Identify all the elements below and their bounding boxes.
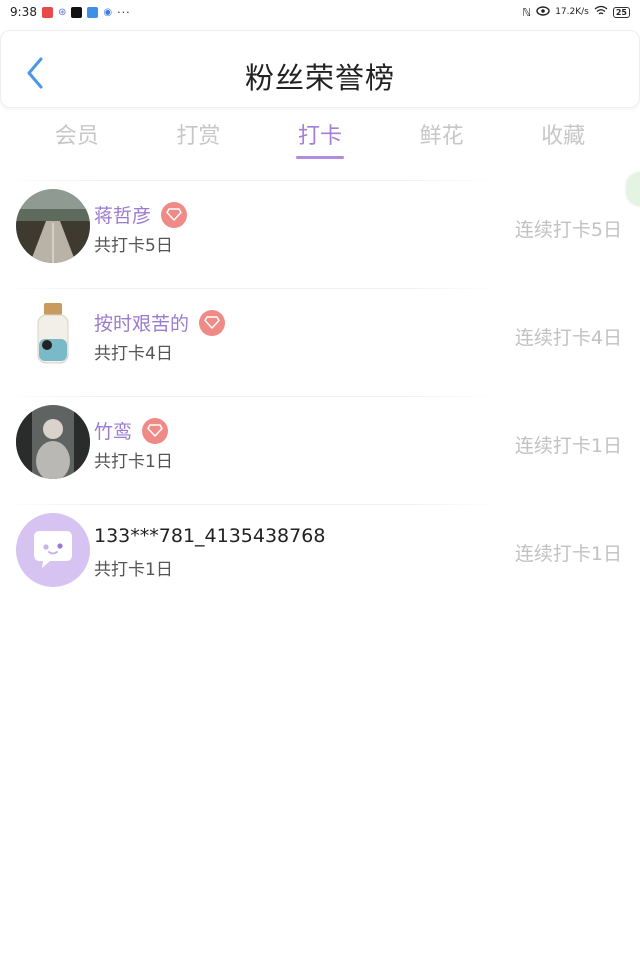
page-title: 粉丝荣誉榜 — [244, 61, 395, 95]
tab-favorites[interactable]: 收藏 — [502, 110, 624, 166]
fan-row[interactable]: 蒋哲彦 共打卡5日 连续打卡5日 — [0, 181, 640, 288]
notification-app-icon — [41, 6, 53, 18]
tab-label: 鲜花 — [419, 124, 464, 149]
total-checkins: 共打卡1日 — [94, 452, 173, 472]
fan-list: 蒋哲彦 共打卡5日 连续打卡5日 按时艰苦的 共打卡4日 连续打卡4日 竹鸾 共… — [0, 180, 640, 612]
fan-name[interactable]: 按时艰苦的 — [94, 309, 189, 336]
tab-label: 打赏 — [176, 124, 221, 149]
network-speed: 17.2K/s — [555, 7, 589, 17]
vip-diamond-icon — [142, 417, 169, 444]
wifi-icon — [594, 5, 608, 19]
name-line: 竹鸾 — [94, 417, 169, 444]
fan-row[interactable]: 按时艰苦的 共打卡4日 连续打卡4日 — [0, 289, 640, 396]
avatar[interactable] — [16, 297, 90, 371]
name-line: 按时艰苦的 — [94, 309, 226, 336]
battery-level: 25 — [612, 6, 630, 18]
header-bar: 粉丝荣誉榜 — [0, 30, 640, 108]
avatar[interactable] — [16, 189, 90, 263]
tab-flowers[interactable]: 鲜花 — [381, 110, 503, 166]
eye-icon — [536, 5, 550, 19]
total-checkins: 共打卡4日 — [94, 344, 173, 364]
vip-diamond-icon — [199, 309, 226, 336]
more-notifications-icon: ··· — [117, 5, 131, 19]
notification-app-icon — [87, 6, 99, 18]
fan-name[interactable]: 蒋哲彦 — [94, 201, 151, 228]
total-checkins: 共打卡1日 — [94, 560, 173, 580]
status-bar-left: 9:38 ⊛ ◉ ··· — [10, 5, 131, 19]
fan-row[interactable]: 133***781_4135438768 共打卡1日 连续打卡1日 — [0, 505, 640, 612]
streak-checkins: 连续打卡1日 — [514, 435, 622, 457]
streak-checkins: 连续打卡4日 — [514, 327, 622, 349]
fan-row[interactable]: 竹鸾 共打卡1日 连续打卡1日 — [0, 397, 640, 504]
notification-app-icon: ◉ — [103, 6, 113, 18]
tab-tips[interactable]: 打赏 — [138, 110, 260, 166]
fan-name[interactable]: 竹鸾 — [94, 417, 132, 444]
streak-checkins: 连续打卡1日 — [514, 543, 622, 565]
avatar[interactable] — [16, 513, 90, 587]
name-line: 133***781_4135438768 — [94, 525, 325, 547]
tab-label: 会员 — [54, 124, 99, 149]
notification-app-icon: ⊛ — [57, 6, 67, 18]
status-time: 9:38 — [10, 5, 37, 19]
fan-name[interactable]: 133***781_4135438768 — [94, 525, 325, 547]
vip-diamond-icon — [161, 201, 188, 228]
status-bar-right: ℕ 17.2K/s 25 — [522, 5, 630, 19]
tab-label: 收藏 — [541, 124, 586, 149]
name-line: 蒋哲彦 — [94, 201, 188, 228]
status-bar: 9:38 ⊛ ◉ ··· ℕ 17.2K/s 25 — [0, 0, 640, 24]
chat-bubble-icon — [34, 531, 72, 568]
avatar[interactable] — [16, 405, 90, 479]
total-checkins: 共打卡5日 — [94, 236, 173, 256]
tab-checkin[interactable]: 打卡 — [259, 110, 381, 166]
tab-label: 打卡 — [297, 124, 342, 149]
streak-checkins: 连续打卡5日 — [514, 219, 622, 241]
active-tab-indicator — [295, 156, 344, 159]
tab-bar: 会员 打赏 打卡 鲜花 收藏 — [16, 110, 624, 166]
notification-app-icon — [71, 6, 83, 18]
nfc-icon: ℕ — [522, 5, 532, 19]
tab-members[interactable]: 会员 — [16, 110, 138, 166]
